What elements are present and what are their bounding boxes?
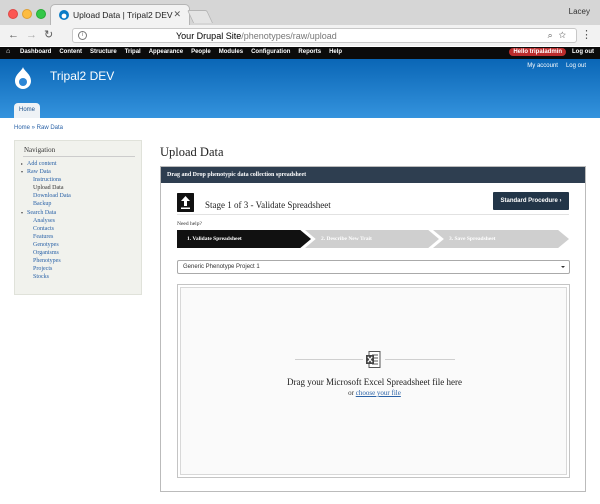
divider xyxy=(295,359,363,360)
browser-toolbar: ← → ↻ i Your Drupal Site/phenotypes/raw/… xyxy=(0,25,600,46)
reload-icon[interactable]: ↻ xyxy=(44,28,53,42)
file-dropzone[interactable]: Drag your Microsoft Excel Spreadsheet fi… xyxy=(177,284,570,478)
choose-file-link[interactable]: choose your file xyxy=(356,389,401,397)
divider xyxy=(385,359,455,360)
project-select[interactable]: Generic Phenotype Project 1 xyxy=(177,260,570,274)
sidebar-item-features[interactable]: Features xyxy=(21,233,71,241)
new-tab-button[interactable] xyxy=(186,10,214,23)
back-arrow-icon[interactable]: ← xyxy=(8,28,19,42)
site-name[interactable]: Tripal2 DEV xyxy=(50,69,114,83)
sidebar-item-add-content[interactable]: Add content xyxy=(21,160,71,168)
step-describe-new-trait: 2. Describe New Trait xyxy=(305,230,439,248)
admin-menu-item-content[interactable]: Content xyxy=(59,49,82,55)
profile-name[interactable]: Lacey xyxy=(569,7,590,16)
browser-chrome: Upload Data | Tripal2 DEV ✕ Lacey ← → ↻ … xyxy=(0,0,600,46)
admin-menu-item-configuration[interactable]: Configuration xyxy=(251,49,290,55)
user-links: My account Log out xyxy=(527,63,586,69)
sidebar-item-contacts[interactable]: Contacts xyxy=(21,225,71,233)
home-icon[interactable]: ⌂ xyxy=(6,48,10,55)
navigation-menu: Add content Raw Data Instructions Upload Da… xyxy=(21,160,71,281)
divider xyxy=(23,156,135,157)
site-header: Tripal2 DEV My account Log out Home xyxy=(0,59,600,118)
tab-home[interactable]: Home xyxy=(14,103,40,118)
address-bar[interactable]: i Your Drupal Site/phenotypes/raw/upload… xyxy=(72,28,577,43)
search-icon: ⌕ xyxy=(547,30,559,40)
tab-title: Upload Data | Tripal2 DEV xyxy=(73,10,173,20)
minimize-window-button[interactable] xyxy=(22,9,32,19)
chevron-down-icon xyxy=(561,266,565,268)
upload-icon xyxy=(177,193,194,212)
tab-strip: Upload Data | Tripal2 DEV ✕ Lacey xyxy=(0,0,600,25)
breadcrumb[interactable]: Home » Raw Data xyxy=(14,125,63,131)
sidebar-item-stocks[interactable]: Stocks xyxy=(21,273,71,281)
forward-arrow-icon[interactable]: → xyxy=(26,28,37,42)
admin-menu-item-dashboard[interactable]: Dashboard xyxy=(20,49,51,55)
sidebar-item-upload-data[interactable]: Upload Data xyxy=(21,184,71,192)
admin-user-area: Hello tripaladmin Log out xyxy=(509,48,594,56)
my-account-link[interactable]: My account xyxy=(527,63,558,69)
sidebar-item-search-data[interactable]: Search Data xyxy=(21,209,71,217)
sidebar-item-genotypes[interactable]: Genotypes xyxy=(21,241,71,249)
admin-menu-item-people[interactable]: People xyxy=(191,49,211,55)
bookmark-star-icon: ☆ xyxy=(558,30,572,40)
stage-title: Stage 1 of 3 - Validate Spreadsheet xyxy=(205,200,331,210)
sidebar-item-organisms[interactable]: Organisms xyxy=(21,249,71,257)
panel-header: Drag and Drop phenotypic data collection… xyxy=(161,167,585,183)
step-save-spreadsheet: 3. Save Spreadsheet xyxy=(433,230,569,248)
sidebar-item-instructions[interactable]: Instructions xyxy=(21,176,71,184)
close-window-button[interactable] xyxy=(8,9,18,19)
drupal-admin-toolbar: ⌂ Dashboard Content Structure Tripal Appeara… xyxy=(0,47,600,59)
admin-menu-item-appearance[interactable]: Appearance xyxy=(149,49,183,55)
omnibox-actions[interactable]: ⌕☆ xyxy=(548,30,572,41)
browser-tab-active[interactable]: Upload Data | Tripal2 DEV ✕ xyxy=(50,4,190,25)
browser-menu-icon[interactable]: ⋮ xyxy=(581,28,592,41)
admin-menu-item-reports[interactable]: Reports xyxy=(298,49,321,55)
url-text[interactable]: Your Drupal Site/phenotypes/raw/upload xyxy=(176,31,337,41)
sidebar-item-phenotypes[interactable]: Phenotypes xyxy=(21,257,71,265)
maximize-window-button[interactable] xyxy=(36,9,46,19)
page-title: Upload Data xyxy=(160,145,224,159)
excel-file-icon xyxy=(366,351,381,368)
logout-link[interactable]: Log out xyxy=(566,63,586,69)
upload-panel: Drag and Drop phenotypic data collection… xyxy=(160,166,586,492)
standard-procedure-button[interactable]: Standard Procedure › xyxy=(493,192,569,210)
need-help-link[interactable]: Need help? xyxy=(177,221,202,227)
divider xyxy=(177,214,569,215)
dropzone-area[interactable]: Drag your Microsoft Excel Spreadsheet fi… xyxy=(180,287,567,475)
sidebar-item-download-data[interactable]: Download Data xyxy=(21,192,71,200)
drupal-favicon-icon xyxy=(59,10,69,20)
project-select-value: Generic Phenotype Project 1 xyxy=(183,264,260,270)
drop-instructions: Drag your Microsoft Excel Spreadsheet fi… xyxy=(287,377,462,387)
sidebar-title: Navigation xyxy=(24,146,56,154)
admin-menu-item-tripal[interactable]: Tripal xyxy=(125,49,141,55)
sidebar-item-analyses[interactable]: Analyses xyxy=(21,217,71,225)
choose-file-line: or choose your file xyxy=(181,389,568,397)
sidebar-item-raw-data[interactable]: Raw Data xyxy=(21,168,71,176)
admin-menu: Dashboard Content Structure Tripal Appearanc… xyxy=(20,49,342,55)
or-text: or xyxy=(348,389,354,397)
admin-menu-item-structure[interactable]: Structure xyxy=(90,49,117,55)
sidebar-item-projects[interactable]: Projects xyxy=(21,265,71,273)
stage-progress: 1. Validate Spreadsheet 2. Describe New … xyxy=(177,230,569,248)
tab-close-icon[interactable]: ✕ xyxy=(173,9,181,20)
step-validate-spreadsheet: 1. Validate Spreadsheet xyxy=(177,230,311,248)
hello-user-badge[interactable]: Hello tripaladmin xyxy=(509,48,566,56)
drupal-logo-icon[interactable] xyxy=(13,67,33,91)
info-icon[interactable]: i xyxy=(78,31,87,40)
admin-logout-link[interactable]: Log out xyxy=(572,49,594,55)
admin-menu-item-help[interactable]: Help xyxy=(329,49,342,55)
admin-menu-item-modules[interactable]: Modules xyxy=(219,49,243,55)
sidebar-item-backup[interactable]: Backup xyxy=(21,200,71,208)
navigation-sidebar: Navigation Add content Raw Data Instructio… xyxy=(14,140,142,295)
